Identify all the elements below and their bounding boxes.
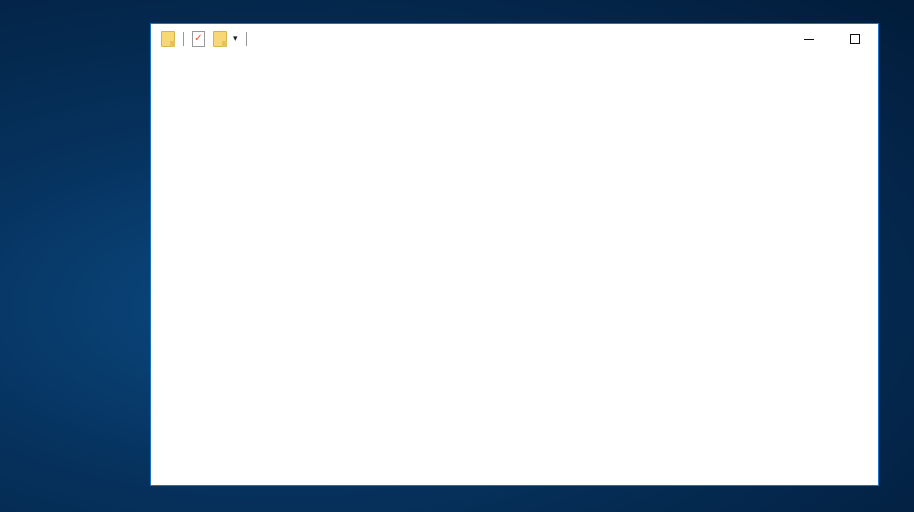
new-folder-icon[interactable] bbox=[213, 31, 227, 47]
divider bbox=[183, 32, 184, 46]
file-explorer-window: ✓ ▾ bbox=[150, 23, 879, 486]
customize-toolbar-icon[interactable]: ▾ bbox=[233, 34, 238, 44]
properties-icon[interactable]: ✓ bbox=[192, 31, 205, 47]
quick-access-toolbar: ✓ ▾ bbox=[161, 24, 247, 54]
folder-icon bbox=[161, 31, 175, 47]
divider bbox=[245, 32, 247, 46]
title-bar: ✓ ▾ bbox=[151, 24, 878, 54]
